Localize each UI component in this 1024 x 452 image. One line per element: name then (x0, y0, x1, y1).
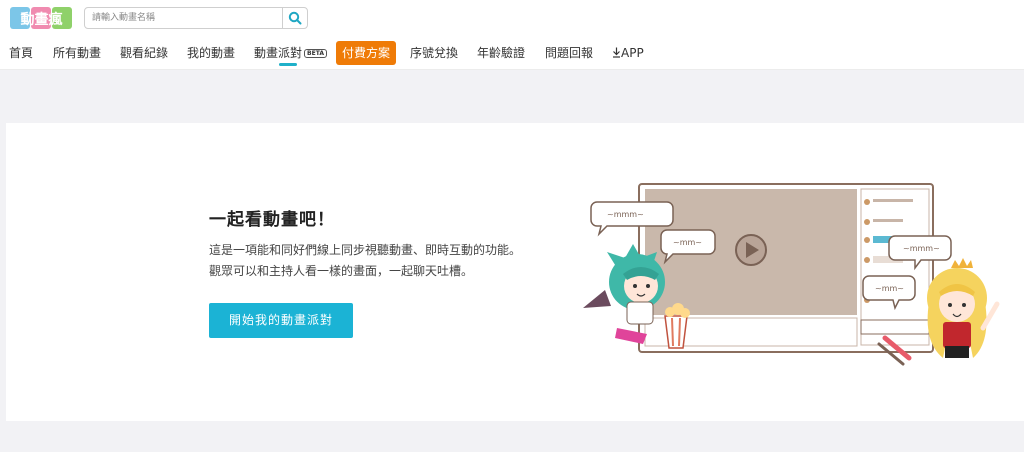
svg-text:~mmm~: ~mmm~ (903, 244, 940, 253)
top-header: 動畫瘋 首頁 所有動畫 觀看紀錄 我的動畫 動畫派對BETA 付費方案 序號兌換… (0, 0, 1024, 70)
svg-text:~mmm~: ~mmm~ (607, 210, 644, 219)
nav-app[interactable]: APP (612, 41, 644, 65)
search-button[interactable] (282, 8, 307, 28)
party-illustration: ~mmm~ ~mm~ ~mmm~ ~mm~ (583, 183, 1000, 366)
blonde-character (927, 258, 1000, 358)
nav-age-verify[interactable]: 年齡驗證 (477, 41, 525, 65)
nav-paid-plan-button[interactable]: 付費方案 (336, 41, 397, 65)
start-party-button[interactable]: 開始我的動畫派對 (209, 303, 353, 338)
search-box (84, 7, 308, 29)
search-icon (288, 11, 302, 25)
nav-all-anime[interactable]: 所有動畫 (53, 41, 101, 65)
nav-my-anime[interactable]: 我的動畫 (187, 41, 235, 65)
active-tab-indicator (279, 63, 297, 66)
svg-text:~mm~: ~mm~ (673, 238, 702, 247)
nav-app-label: APP (621, 46, 644, 60)
nav-home[interactable]: 首頁 (9, 41, 33, 65)
logo-text: 動畫瘋 (20, 12, 63, 28)
page-title: 一起看動畫吧！ (209, 210, 335, 230)
nav-report-issue[interactable]: 問題回報 (545, 41, 593, 65)
nav-anime-party[interactable]: 動畫派對 BETA (254, 41, 327, 65)
svg-text:~mm~: ~mm~ (875, 284, 904, 293)
nav-watch-history[interactable]: 觀看紀錄 (120, 41, 168, 65)
nav-redeem-code[interactable]: 序號兌換 (410, 41, 458, 65)
page-description: 這是一項能和同好們線上同步視聽動畫、即時互動的功能。 觀眾可以和主持人看一樣的畫… (209, 240, 521, 282)
anime-party-intro-card: 一起看動畫吧！ 這是一項能和同好們線上同步視聽動畫、即時互動的功能。 觀眾可以和… (6, 123, 1024, 421)
beta-badge: BETA (304, 49, 327, 58)
description-line-2: 觀眾可以和主持人看一樣的畫面，一起聊天吐槽。 (209, 264, 474, 278)
description-line-1: 這是一項能和同好們線上同步視聽動畫、即時互動的功能。 (209, 243, 522, 257)
search-input[interactable] (85, 8, 283, 28)
main-nav: 首頁 所有動畫 觀看紀錄 我的動畫 動畫派對 BETA 付費方案 序號兌換 年齡驗… (0, 41, 1024, 67)
nav-anime-party-label: 動畫派對 (254, 46, 303, 60)
download-icon (613, 47, 620, 58)
